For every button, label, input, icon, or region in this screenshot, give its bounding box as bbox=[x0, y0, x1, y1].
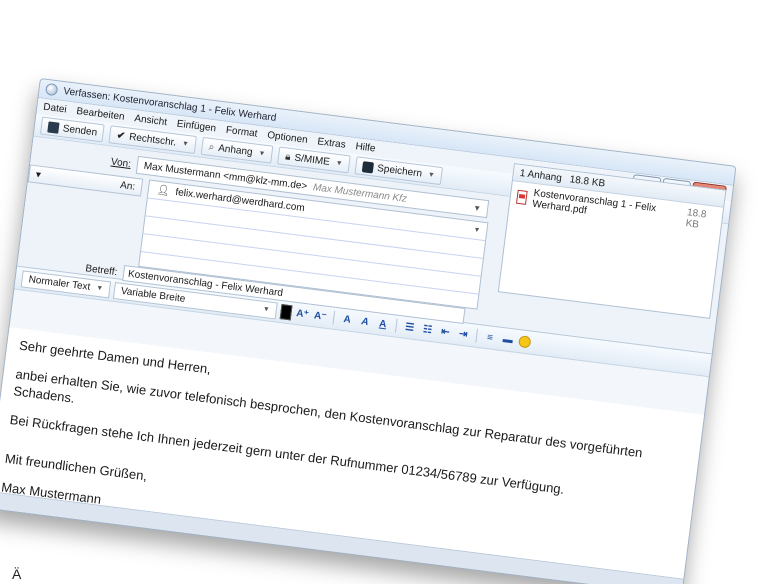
toolbar-divider bbox=[332, 310, 336, 325]
menu-extras[interactable]: Extras bbox=[317, 136, 346, 150]
attachment-panel: 1 Anhang 18.8 KB Kostenvoranschlag 1 - F… bbox=[497, 163, 727, 319]
toolbar-divider bbox=[394, 318, 398, 333]
send-label: Senden bbox=[62, 122, 98, 139]
send-icon bbox=[47, 120, 60, 134]
save-label: Speichern bbox=[376, 162, 423, 180]
chevron-down-icon: ▼ bbox=[262, 305, 271, 314]
chevron-down-icon: ▼ bbox=[427, 170, 436, 179]
chevron-down-icon: ▼ bbox=[335, 159, 344, 168]
chevron-down-icon: ▼ bbox=[95, 284, 104, 293]
menu-datei[interactable]: Datei bbox=[43, 101, 68, 115]
font-larger-icon[interactable]: A⁺ bbox=[295, 306, 311, 322]
recipient-type-label: An: bbox=[119, 179, 136, 193]
toolbar-divider bbox=[475, 328, 479, 343]
insert-image-icon[interactable]: ▬ bbox=[500, 332, 516, 348]
checkmark-icon: ✔ bbox=[116, 129, 126, 142]
chevron-down-icon: ▼ bbox=[258, 149, 266, 158]
font-value: Variable Breite bbox=[120, 285, 187, 305]
align-icon[interactable]: ≡ bbox=[482, 330, 498, 346]
pdf-file-icon bbox=[516, 189, 528, 205]
underline-icon[interactable]: A bbox=[375, 316, 391, 332]
numbered-list-icon[interactable]: ☷ bbox=[420, 322, 436, 338]
text-color-button[interactable] bbox=[279, 303, 293, 320]
bullet-list-icon[interactable]: ☰ bbox=[402, 319, 418, 335]
compose-window: Verfassen: Kostenvoranschlag 1 - Felix W… bbox=[0, 78, 737, 584]
attach-label: Anhang bbox=[217, 142, 254, 158]
menu-ansicht[interactable]: Ansicht bbox=[134, 113, 168, 128]
attachment-total-size: 18.8 KB bbox=[569, 173, 606, 190]
attachment-count: 1 Anhang bbox=[519, 167, 563, 184]
screenshot-stage: Verfassen: Kostenvoranschlag 1 - Felix W… bbox=[0, 0, 767, 584]
contact-icon: 👤︎ bbox=[156, 184, 171, 198]
chevron-down-icon: ▼ bbox=[472, 226, 481, 235]
paragraph-style-value: Normaler Text bbox=[28, 273, 91, 293]
outdent-icon[interactable]: ⇤ bbox=[438, 324, 454, 340]
chevron-down-icon: ▼ bbox=[472, 202, 482, 213]
indent-icon[interactable]: ⇥ bbox=[455, 326, 471, 342]
smime-label: S/MIME bbox=[293, 152, 331, 168]
attachment-size: 18.8 KB bbox=[684, 207, 708, 231]
smiley-icon[interactable] bbox=[518, 335, 532, 349]
floppy-disk-icon bbox=[361, 160, 375, 173]
spellcheck-label: Rechtschr. bbox=[128, 131, 177, 149]
footer-glyph: Ä bbox=[12, 566, 22, 582]
font-smaller-icon[interactable]: A⁻ bbox=[313, 308, 329, 324]
bold-icon[interactable]: A bbox=[339, 312, 355, 328]
lock-icon: 🔒︎ bbox=[284, 150, 292, 163]
menu-format[interactable]: Format bbox=[225, 124, 258, 139]
app-icon bbox=[44, 82, 59, 97]
chevron-down-icon: ▼ bbox=[181, 139, 190, 148]
paperclip-icon: ⌕ bbox=[208, 141, 216, 153]
italic-icon[interactable]: A bbox=[357, 314, 373, 330]
menu-hilfe[interactable]: Hilfe bbox=[355, 141, 376, 154]
recipient-type-arrow: ▾ bbox=[35, 168, 42, 181]
